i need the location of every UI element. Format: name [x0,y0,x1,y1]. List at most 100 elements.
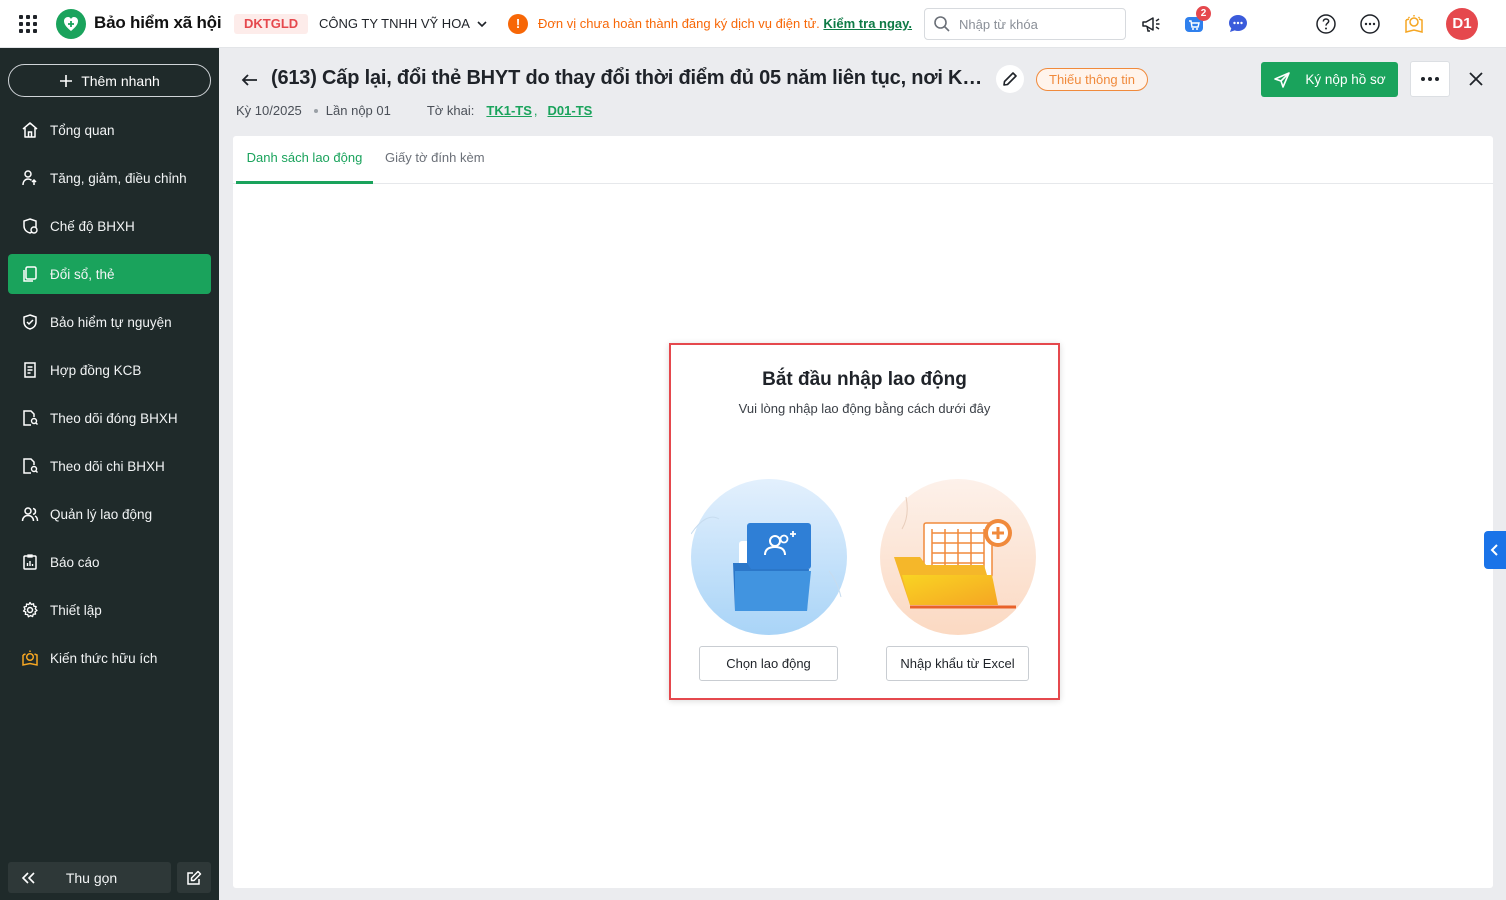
sidebar-item-card-exchange[interactable]: Đổi sổ, thẻ [8,254,211,294]
edit-menu-button[interactable] [177,862,211,893]
sidebar-item-track-spending[interactable]: Theo dõi chi BHXH [8,446,211,486]
sidebar-item-label: Tăng, giảm, điều chỉnh [50,170,187,186]
sidebar-item-settings[interactable]: Thiết lập [8,590,211,630]
sidebar-item-label: Đổi sổ, thẻ [50,266,115,282]
app-title: Bảo hiểm xã hội [94,13,222,32]
chat-icon[interactable] [1226,12,1250,36]
send-icon [1274,71,1291,88]
app-logo-icon [56,9,86,39]
sidebar-item-label: Chế độ BHXH [50,218,135,234]
close-button[interactable] [1464,67,1488,91]
arrow-left-icon [241,74,257,86]
company-selector[interactable]: CÔNG TY TNHH VỸ HOA [319,16,488,31]
quick-add-button[interactable]: Thêm nhanh [8,64,211,97]
forms-label: Tờ khai: [426,103,475,118]
sidebar: Thêm nhanh Tổng quan Tăng, giảm, điều ch… [0,48,219,900]
sign-submit-button[interactable]: Ký nộp hồ sơ [1261,62,1398,97]
separator-dot [313,108,318,113]
choose-employee-illustration [690,479,847,635]
sidebar-item-knowledge[interactable]: Kiến thức hữu ích [8,638,211,678]
sidebar-item-label: Báo cáo [50,554,100,570]
sign-submit-label: Ký nộp hồ sơ [1305,72,1386,87]
tab-employee-list[interactable]: Danh sách lao động [236,136,373,184]
contract-icon [20,360,40,380]
tab-attachments[interactable]: Giấy tờ đính kèm [385,136,485,184]
sidebar-item-overview[interactable]: Tổng quan [8,110,211,150]
app-launcher-icon[interactable] [16,12,40,36]
empty-state-subtitle: Vui lòng nhập lao động bằng cách dưới đâ… [738,401,991,416]
tab-bar: Danh sách lao động Giấy tờ đính kèm [233,136,1493,184]
sidebar-item-label: Hợp đồng KCB [50,362,142,378]
excel-import-illustration [880,479,1036,635]
edit-icon [187,870,202,885]
sidebar-item-voluntary-insurance[interactable]: Bảo hiểm tự nguyện [8,302,211,342]
more-options-icon[interactable] [1358,12,1382,36]
knowledge-icon [20,648,40,668]
sidebar-item-label: Tổng quan [50,122,115,138]
chevron-left-icon [1490,544,1498,556]
import-excel-button[interactable]: Nhập khẩu từ Excel [886,646,1029,681]
empty-state-title: Bắt đầu nhập lao động [762,369,967,390]
cart-icon[interactable]: 2 [1182,6,1211,36]
report-icon [20,552,40,572]
edit-title-button[interactable] [996,65,1024,93]
sidebar-item-label: Theo dõi chi BHXH [50,458,165,474]
doc-search-icon [20,456,40,476]
company-code-badge: DKTGLD [234,14,309,34]
sidebar-item-workforce[interactable]: Quản lý lao động [8,494,211,534]
warning-icon: ! [508,14,528,34]
user-arrow-icon [20,168,40,188]
home-icon [20,120,40,140]
sidebar-item-increase-decrease[interactable]: Tăng, giảm, điều chỉnh [8,158,211,198]
side-panel-toggle[interactable] [1484,531,1506,569]
close-icon [1469,72,1483,86]
sidebar-item-label: Kiến thức hữu ích [50,650,158,666]
collapse-sidebar-button[interactable]: Thu gọn [8,862,171,893]
company-name: CÔNG TY TNHH VỸ HOA [319,16,470,31]
shield-check-icon [20,312,40,332]
user-avatar[interactable]: D1 [1446,8,1478,40]
warning-text: Đơn vị chưa hoàn thành đăng ký dịch vụ đ… [538,16,820,31]
cart-count-badge: 2 [1196,6,1211,21]
page-title: (613) Cấp lại, đổi thẻ BHYT do thay đổi … [271,67,983,89]
gear-icon [20,600,40,620]
quick-add-label: Thêm nhanh [81,72,160,89]
pencil-icon [1003,72,1017,86]
submission-text: Lần nộp 01 [325,103,391,118]
form-link-tk1[interactable]: TK1-TS [486,103,532,118]
help-icon[interactable] [1314,12,1338,36]
sidebar-item-label: Thiết lập [50,602,102,618]
status-badge: Thiếu thông tin [1036,68,1149,91]
content-panel: Danh sách lao động Giấy tờ đính kèm Bắt … [233,136,1493,888]
collapse-label: Thu gọn [65,869,118,886]
sidebar-item-bhxh-regime[interactable]: Chế độ BHXH [8,206,211,246]
knowledge-icon[interactable] [1402,12,1426,36]
check-now-link[interactable]: Kiểm tra ngay. [823,16,912,31]
sidebar-item-label: Theo dõi đóng BHXH [50,410,178,426]
empty-state-panel: Bắt đầu nhập lao động Vui lòng nhập lao … [669,343,1060,700]
period-text: Kỳ 10/2025 [236,103,302,118]
more-actions-button[interactable] [1410,61,1450,97]
doc-search-icon [20,408,40,428]
sidebar-nav: Tổng quan Tăng, giảm, điều chỉnh Chế độ … [8,110,211,686]
form-link-d01[interactable]: D01-TS [548,103,593,118]
warning-message: Đơn vị chưa hoàn thành đăng ký dịch vụ đ… [538,16,912,31]
chevron-down-icon [477,20,487,27]
announcement-icon[interactable] [1139,12,1163,36]
form-separator: , [533,103,538,118]
copy-icon [20,264,40,284]
choose-employee-button[interactable]: Chọn lao động [699,646,838,681]
filing-meta: Kỳ 10/2025 Lần nộp 01 Tờ khai: TK1-TS , … [236,103,592,118]
sidebar-item-track-payment[interactable]: Theo dõi đóng BHXH [8,398,211,438]
shield-chat-icon [20,216,40,236]
search-box [924,8,1126,40]
sidebar-item-label: Bảo hiểm tự nguyện [50,314,172,330]
search-input[interactable] [959,16,1109,32]
users-icon [20,504,40,524]
plus-icon [60,74,73,87]
sidebar-item-label: Quản lý lao động [50,506,153,522]
top-bar: Bảo hiểm xã hội DKTGLD CÔNG TY TNHH VỸ H… [0,0,1506,48]
back-button[interactable] [238,68,262,92]
sidebar-item-reports[interactable]: Báo cáo [8,542,211,582]
sidebar-item-kcb-contract[interactable]: Hợp đồng KCB [8,350,211,390]
